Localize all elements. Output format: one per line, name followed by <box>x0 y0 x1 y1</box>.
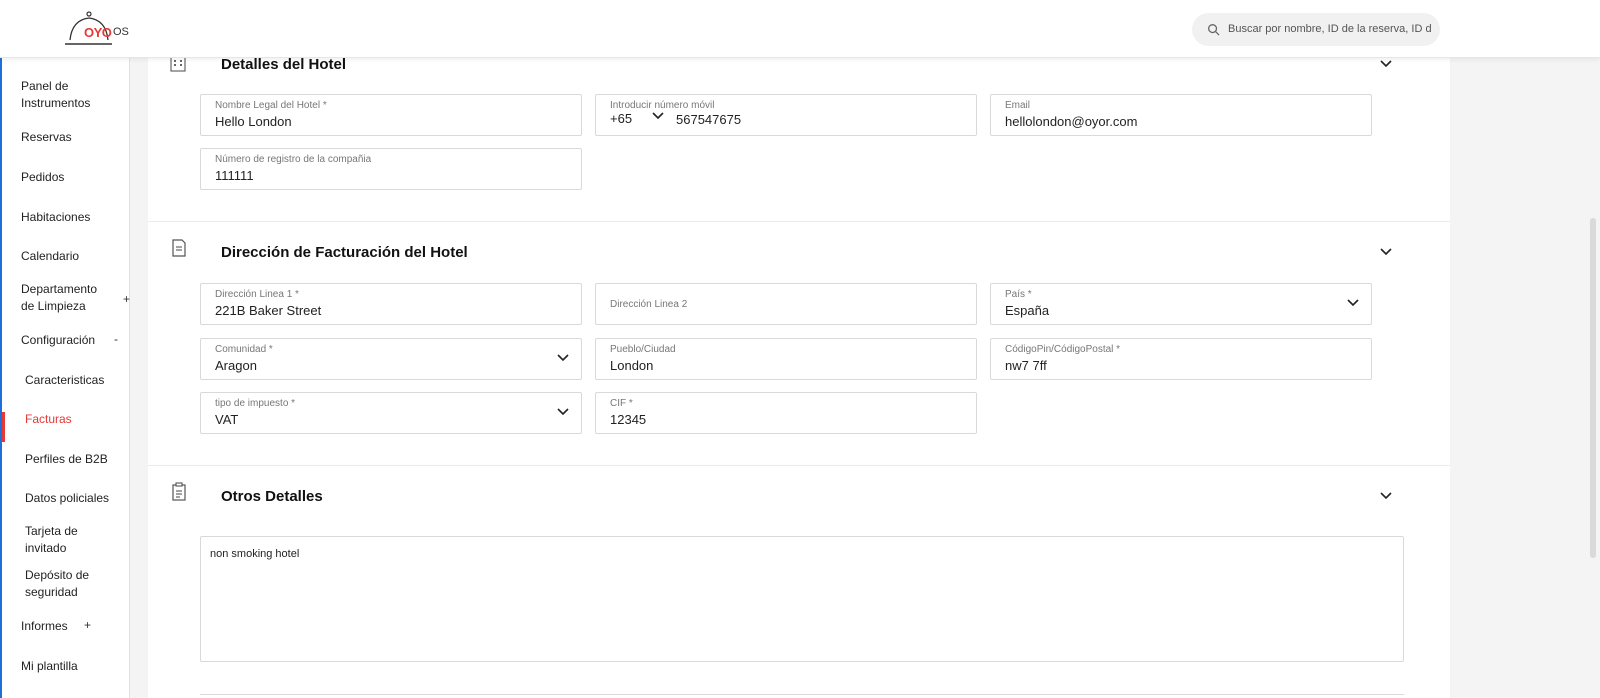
chevron-down-icon[interactable] <box>1379 491 1393 501</box>
mobile-number-field[interactable]: Introducir número móvil +65 567547675 <box>595 94 977 136</box>
sidebar-item-security-deposit[interactable]: Depósito de seguridad <box>25 567 105 601</box>
country-code-select[interactable]: +65 <box>610 111 632 126</box>
field-label: Dirección Linea 1 * <box>215 289 299 300</box>
field-value: 221B Baker Street <box>215 303 322 318</box>
section-title-other-details: Otros Detalles <box>221 488 323 505</box>
sidebar-item-rooms[interactable]: Habitaciones <box>21 209 90 226</box>
sidebar-item-features[interactable]: Caracteristicas <box>25 372 104 389</box>
sidebar-item-guest-card[interactable]: Tarjeta de invitado <box>25 523 105 557</box>
sidebar-item-b2b-profiles[interactable]: Perfiles de B2B <box>25 451 108 468</box>
legal-name-field[interactable]: Nombre Legal del Hotel * Hello London <box>200 94 582 136</box>
sidebar-item-invoices[interactable]: Facturas <box>25 411 72 428</box>
brand-name: OYO <box>84 25 112 40</box>
field-label: CIF * <box>610 398 633 409</box>
sidebar-item-reports[interactable]: Informes <box>21 618 68 635</box>
email-field[interactable]: Email hellolondon@oyor.com <box>990 94 1372 136</box>
configuration-collapse-toggle[interactable]: - <box>114 332 118 346</box>
chevron-down-icon[interactable] <box>652 111 664 121</box>
sidebar-item-reservations[interactable]: Reservas <box>21 129 72 146</box>
field-label: Número de registro de la compañia <box>215 154 372 165</box>
sidebar: Panel de Instrumentos Reservas Pedidos H… <box>0 58 130 698</box>
reports-expand-toggle[interactable]: + <box>84 618 91 632</box>
chevron-down-icon[interactable] <box>1347 298 1359 308</box>
right-gutter <box>1450 58 1580 698</box>
field-value: 111111 <box>215 168 254 183</box>
section-title-billing-address: Dirección de Facturación del Hotel <box>221 244 468 261</box>
field-value: 12345 <box>610 412 647 427</box>
field-value: 567547675 <box>676 112 742 127</box>
scrollbar-thumb[interactable] <box>1590 218 1596 558</box>
brand-suffix: OS <box>113 26 129 38</box>
chevron-down-icon[interactable] <box>557 407 569 417</box>
chevron-down-icon[interactable] <box>1379 247 1393 257</box>
field-label: Introducir número móvil <box>610 100 715 111</box>
field-label: Pueblo/Ciudad <box>610 344 676 355</box>
top-bar: OYO OS Buscar por nombre, ID de la reser… <box>0 0 1600 58</box>
company-registration-field[interactable]: Número de registro de la compañia 111111 <box>200 148 582 190</box>
sidebar-item-housekeeping[interactable]: Departamento de Limpieza <box>21 281 111 315</box>
sidebar-item-configuration[interactable]: Configuración <box>21 332 95 349</box>
field-label: Nombre Legal del Hotel * <box>215 100 327 111</box>
housekeeping-expand-toggle[interactable]: + <box>123 292 130 306</box>
document-icon <box>172 239 186 257</box>
section-divider <box>148 465 1450 466</box>
field-label: Email <box>1005 100 1031 111</box>
field-label: tipo de impuesto * <box>215 398 296 409</box>
community-select[interactable]: Comunidad * Aragon <box>200 338 582 380</box>
main-content: Detalles del Hotel Nombre Legal del Hote… <box>148 56 1450 698</box>
cif-field[interactable]: CIF * 12345 <box>595 392 977 434</box>
field-value: España <box>1005 303 1050 318</box>
address-line2-field[interactable]: Dirección Linea 2 <box>595 283 977 325</box>
chevron-down-icon[interactable] <box>557 353 569 363</box>
search-input[interactable]: Buscar por nombre, ID de la reserva, ID … <box>1192 13 1440 46</box>
field-value: London <box>610 358 654 373</box>
building-icon <box>170 56 186 72</box>
chevron-down-icon[interactable] <box>1379 59 1393 69</box>
section-divider <box>148 221 1450 222</box>
sidebar-item-dashboard[interactable]: Panel de Instrumentos <box>21 78 121 112</box>
city-field[interactable]: Pueblo/Ciudad London <box>595 338 977 380</box>
field-label: País * <box>1005 289 1032 300</box>
field-label: Comunidad * <box>215 344 273 355</box>
active-indicator <box>2 412 5 442</box>
field-value: nw7 7ff <box>1005 358 1047 373</box>
field-value: Hello London <box>215 114 292 129</box>
search-icon <box>1208 24 1220 36</box>
search-placeholder: Buscar por nombre, ID de la reserva, ID … <box>1228 23 1432 35</box>
address-line1-field[interactable]: Dirección Linea 1 * 221B Baker Street <box>200 283 582 325</box>
field-placeholder: Dirección Linea 2 <box>610 299 688 310</box>
postal-code-field[interactable]: CódigoPin/CódigoPostal * nw7 7ff <box>990 338 1372 380</box>
sidebar-item-my-staff[interactable]: Mi plantilla <box>21 658 78 675</box>
field-value: hellolondon@oyor.com <box>1005 114 1138 129</box>
textarea-value: non smoking hotel <box>210 548 300 560</box>
clipboard-icon <box>172 482 186 501</box>
field-value: Aragon <box>215 358 257 373</box>
other-details-textarea[interactable]: non smoking hotel <box>200 536 1404 662</box>
sidebar-item-orders[interactable]: Pedidos <box>21 169 64 186</box>
sidebar-item-police-data[interactable]: Datos policiales <box>25 490 109 507</box>
tax-type-select[interactable]: tipo de impuesto * VAT <box>200 392 582 434</box>
next-field-edge <box>200 694 1404 698</box>
field-label: CódigoPin/CódigoPostal * <box>1005 344 1121 355</box>
country-select[interactable]: País * España <box>990 283 1372 325</box>
section-title-hotel-details: Detalles del Hotel <box>221 56 347 73</box>
sidebar-item-calendar[interactable]: Calendario <box>21 248 79 265</box>
field-value: VAT <box>215 412 239 427</box>
